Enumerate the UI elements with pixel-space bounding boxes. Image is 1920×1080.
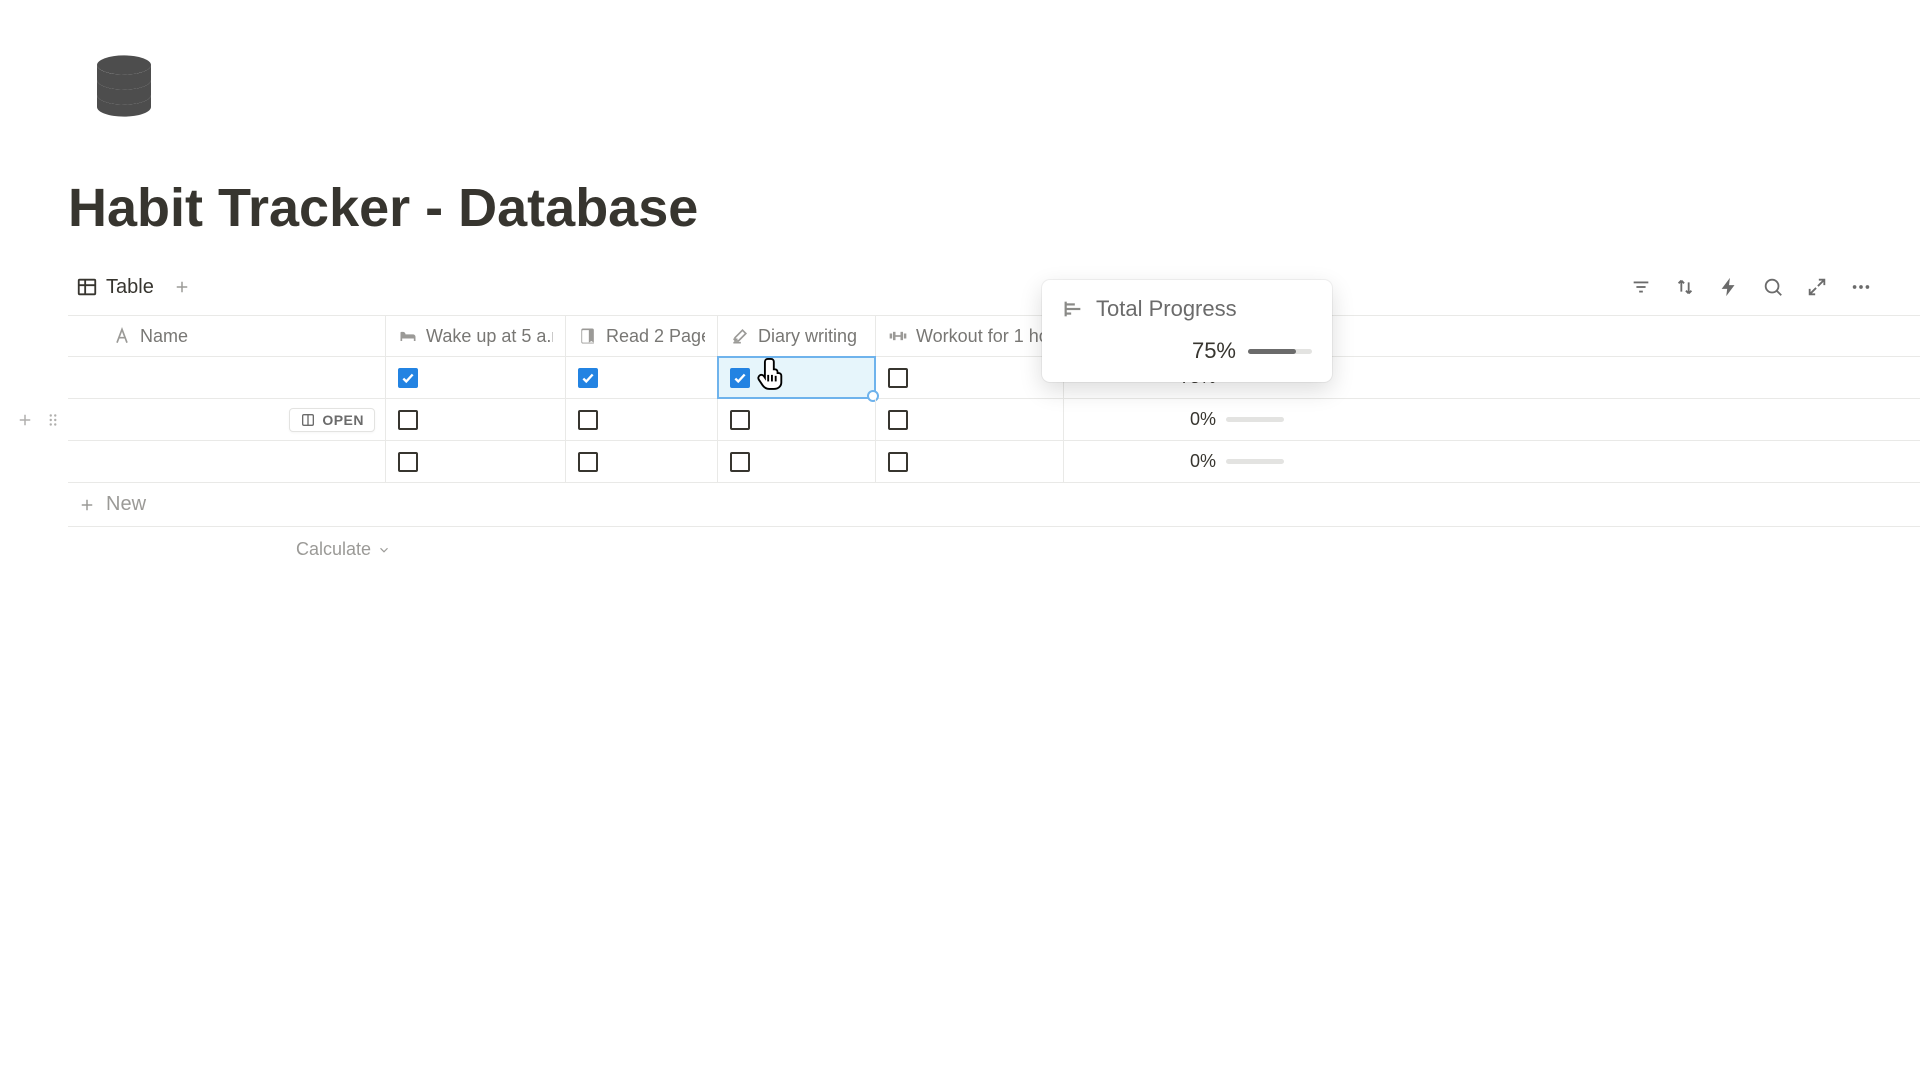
cell-wake[interactable] <box>386 399 566 440</box>
new-row-button[interactable]: New <box>68 483 1920 527</box>
column-header-wake[interactable]: Wake up at 5 a.m. <box>386 316 566 356</box>
table-row[interactable]: 0% <box>68 441 1920 483</box>
new-row-label: New <box>106 493 146 516</box>
checkbox[interactable] <box>730 368 750 388</box>
progress-bar <box>1226 459 1284 464</box>
progress-label: 0% <box>1190 409 1216 430</box>
checkbox[interactable] <box>888 368 908 388</box>
column-label: Wake up at 5 a.m. <box>426 326 553 347</box>
plus-icon <box>78 496 96 514</box>
table-header-row: Name Wake up at 5 a.m. Read 2 Pages Diar… <box>68 315 1920 357</box>
cell-diary[interactable] <box>718 441 876 482</box>
cell-workout[interactable] <box>876 357 1064 398</box>
checkbox[interactable] <box>730 452 750 472</box>
cell-read[interactable] <box>566 357 718 398</box>
cell-workout[interactable] <box>876 399 1064 440</box>
more-icon[interactable] <box>1850 276 1872 298</box>
checkbox[interactable] <box>578 368 598 388</box>
progress-bar <box>1248 349 1312 354</box>
cell-read[interactable] <box>566 399 718 440</box>
checkbox[interactable] <box>398 368 418 388</box>
search-icon[interactable] <box>1762 276 1784 298</box>
open-label: OPEN <box>322 412 364 428</box>
chevron-down-icon <box>377 543 391 557</box>
column-header-diary[interactable]: Diary writing <box>718 316 876 356</box>
cell-workout[interactable] <box>876 441 1064 482</box>
cell-name[interactable] <box>68 441 386 482</box>
cell-progress: 0% <box>1064 399 1298 440</box>
total-progress-popover: Total Progress 75% <box>1042 280 1332 382</box>
column-header-name[interactable]: Name <box>68 316 386 356</box>
column-label: Read 2 Pages <box>606 326 705 347</box>
cell-diary[interactable] <box>718 399 876 440</box>
view-toolbar <box>1630 267 1872 307</box>
cell-wake[interactable] <box>386 441 566 482</box>
checkbox[interactable] <box>888 452 908 472</box>
column-label: Name <box>140 326 188 347</box>
column-label: Diary writing <box>758 326 857 347</box>
add-row-icon[interactable] <box>16 411 34 429</box>
table-row[interactable]: 75% <box>68 357 1920 399</box>
add-view-button[interactable] <box>170 275 194 299</box>
progress-label: 0% <box>1190 451 1216 472</box>
table-row[interactable]: OPEN 0% <box>68 399 1920 441</box>
column-header-read[interactable]: Read 2 Pages <box>566 316 718 356</box>
calculate-button[interactable]: Calculate <box>296 539 391 560</box>
checkbox[interactable] <box>578 452 598 472</box>
checkbox[interactable] <box>730 410 750 430</box>
tab-table[interactable]: Table <box>74 272 156 303</box>
cell-name[interactable]: OPEN <box>68 399 386 440</box>
pencil-icon <box>730 326 750 346</box>
row-actions <box>16 411 62 429</box>
bar-chart-icon <box>1062 298 1084 320</box>
cell-wake[interactable] <box>386 357 566 398</box>
column-label: Workout for 1 hour <box>916 326 1051 347</box>
view-tabs: Table <box>68 267 1920 307</box>
open-row-button[interactable]: OPEN <box>289 408 375 432</box>
drag-handle-icon[interactable] <box>44 411 62 429</box>
progress-bar <box>1226 417 1284 422</box>
dumbbell-icon <box>888 326 908 346</box>
automation-icon[interactable] <box>1718 276 1740 298</box>
popover-progress-label: 75% <box>1192 338 1236 364</box>
expand-icon[interactable] <box>1806 276 1828 298</box>
table-icon <box>76 276 98 298</box>
database-icon <box>88 50 1920 127</box>
open-icon <box>300 412 316 428</box>
column-header-workout[interactable]: Workout for 1 hour <box>876 316 1064 356</box>
checkbox[interactable] <box>398 452 418 472</box>
tab-label: Table <box>106 276 154 299</box>
filter-icon[interactable] <box>1630 276 1652 298</box>
checkbox[interactable] <box>398 410 418 430</box>
cell-name[interactable] <box>68 357 386 398</box>
cell-progress: 0% <box>1064 441 1298 482</box>
popover-title-label: Total Progress <box>1096 296 1237 322</box>
checkbox[interactable] <box>888 410 908 430</box>
database-table: Name Wake up at 5 a.m. Read 2 Pages Diar… <box>68 315 1920 560</box>
text-property-icon <box>112 326 132 346</box>
cell-diary[interactable] <box>718 357 876 398</box>
cell-read[interactable] <box>566 441 718 482</box>
page-title: Habit Tracker - Database <box>68 177 1920 239</box>
checkbox[interactable] <box>578 410 598 430</box>
book-icon <box>578 326 598 346</box>
bed-icon <box>398 326 418 346</box>
sort-icon[interactable] <box>1674 276 1696 298</box>
calculate-label: Calculate <box>296 539 371 560</box>
